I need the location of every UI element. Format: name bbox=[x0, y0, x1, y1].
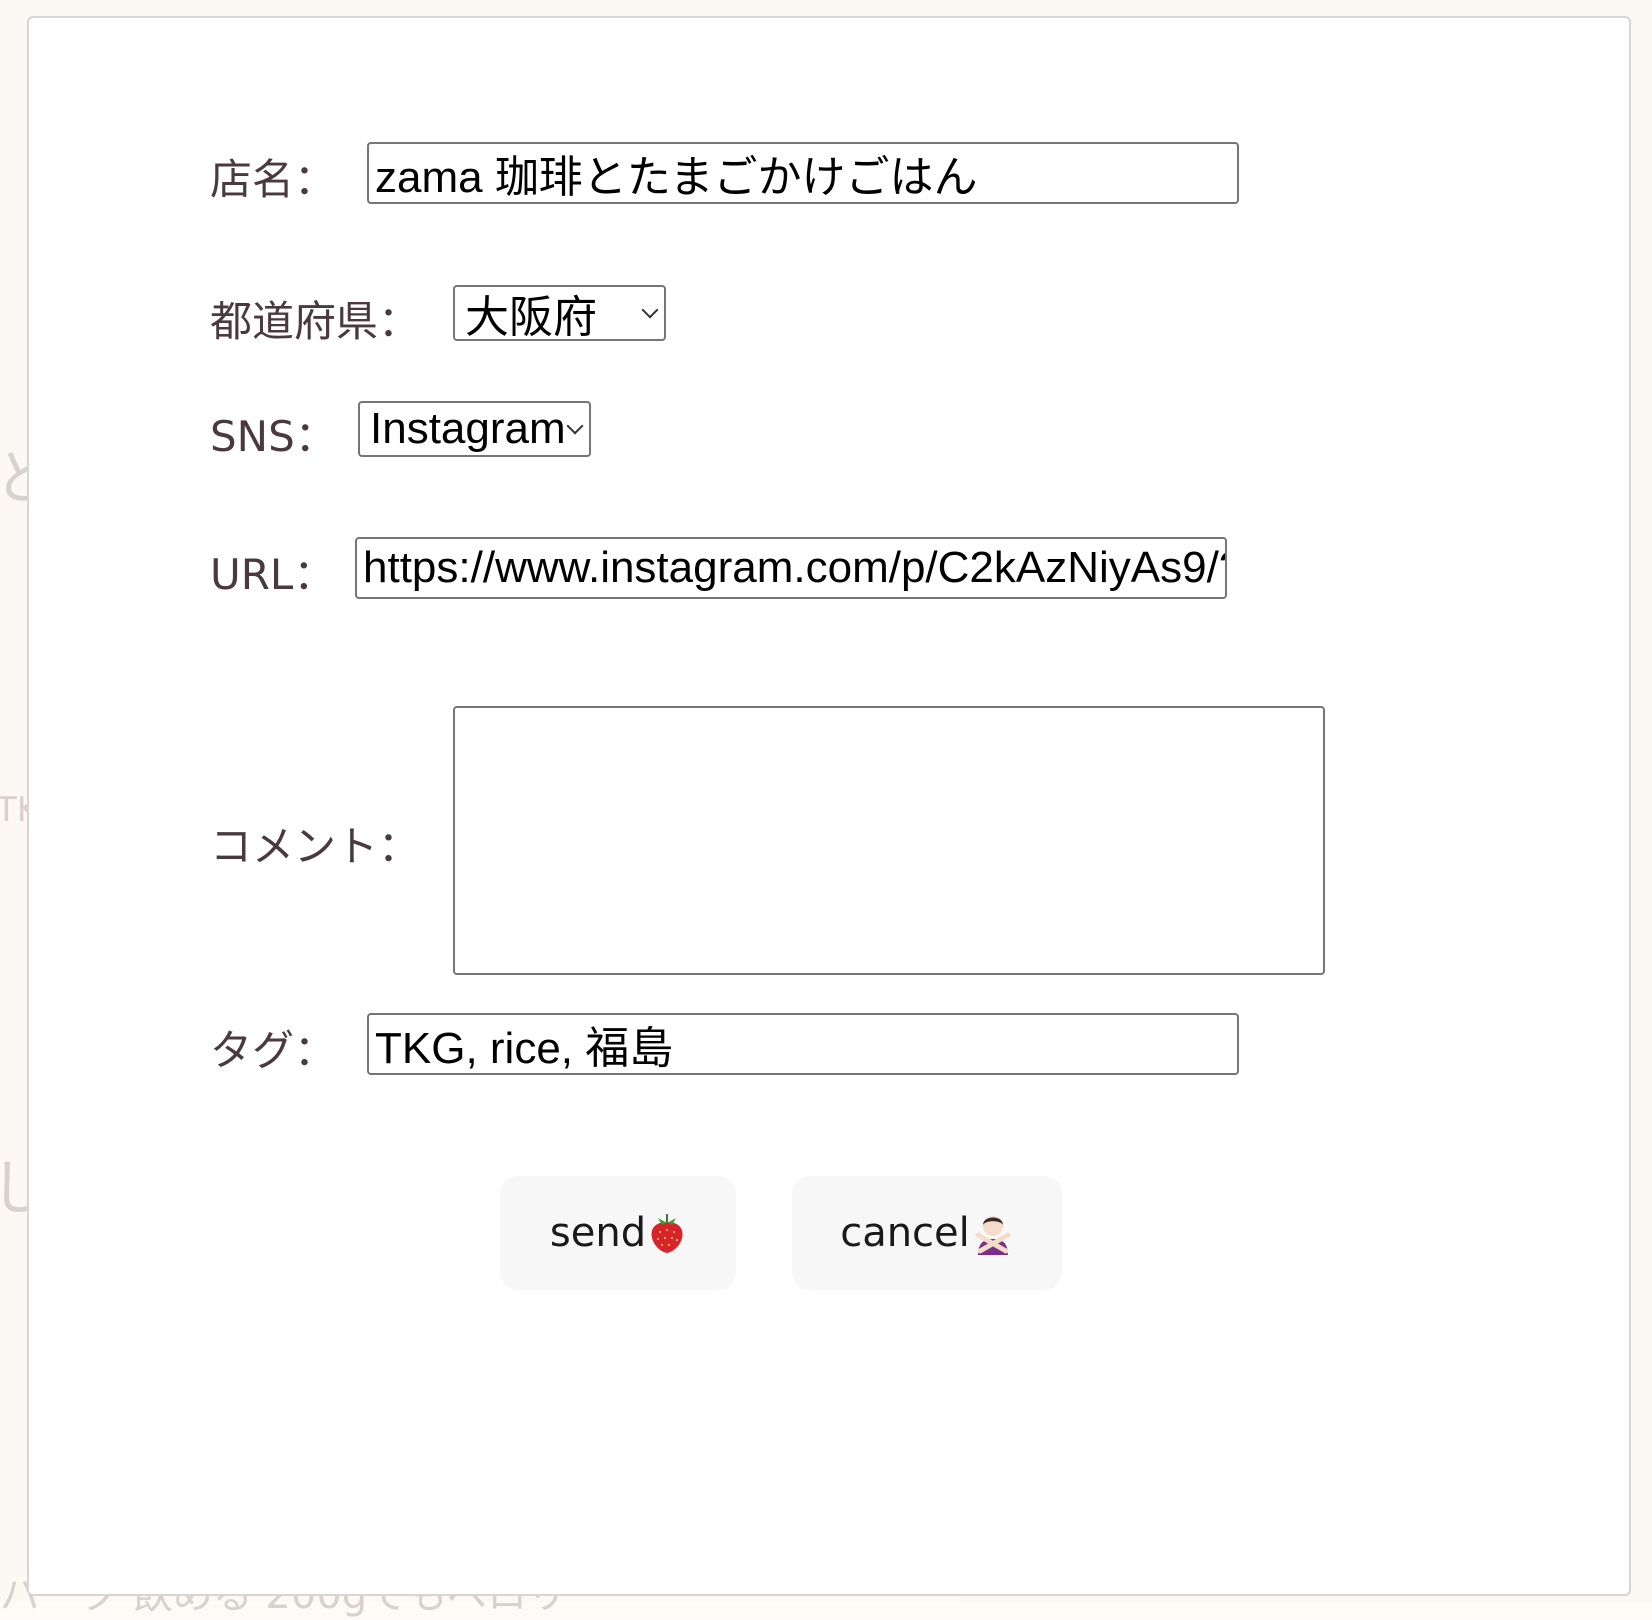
sns-label: SNS： bbox=[210, 412, 337, 461]
url-label: URL： bbox=[210, 550, 336, 599]
post-form-modal: 店名： zama 珈琲とたまごかけごはん 都道府県： 大阪府 SNS： Inst… bbox=[27, 16, 1631, 1596]
sns-select[interactable]: Instagram bbox=[358, 401, 591, 457]
shop-name-input[interactable]: zama 珈琲とたまごかけごはん bbox=[367, 142, 1239, 204]
sns-selected-value: Instagram bbox=[370, 404, 566, 453]
send-button[interactable]: send bbox=[500, 1176, 736, 1290]
no-gesture-icon bbox=[975, 1216, 1011, 1255]
send-button-label: send bbox=[549, 1210, 647, 1256]
tags-label: タグ： bbox=[210, 1026, 337, 1075]
strawberry-icon bbox=[651, 1214, 683, 1253]
url-input[interactable]: https://www.instagram.com/p/C2kAzNiyAs9/… bbox=[355, 537, 1227, 599]
prefecture-label: 都道府県： bbox=[210, 297, 421, 346]
tags-input[interactable]: TKG, rice, 福島 bbox=[367, 1013, 1239, 1075]
cancel-button-label: cancel bbox=[840, 1210, 970, 1256]
shop-name-label: 店名： bbox=[210, 155, 337, 204]
chevron-down-icon bbox=[641, 301, 659, 319]
chevron-down-icon bbox=[566, 417, 584, 435]
cancel-button[interactable]: cancel bbox=[792, 1176, 1062, 1290]
comment-label: コメント： bbox=[210, 822, 421, 871]
prefecture-select[interactable]: 大阪府 bbox=[453, 285, 666, 342]
comment-textarea[interactable] bbox=[453, 706, 1325, 975]
prefecture-selected-value: 大阪府 bbox=[465, 293, 597, 342]
